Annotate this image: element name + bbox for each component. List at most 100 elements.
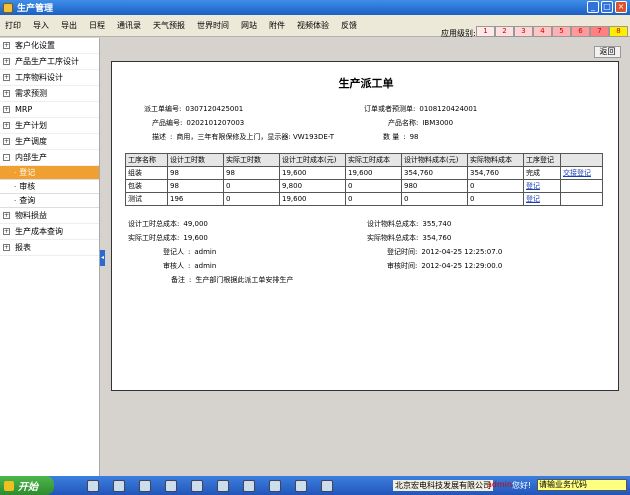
main-content: 返回 生产派工单 派工单编号: 0307120425001 订单或者预测单: 010… — [106, 45, 622, 465]
cell-actual-hours: 0 — [223, 192, 280, 206]
order-no-value: 0307120425001 — [185, 105, 244, 113]
quick-launch-icon-3[interactable] — [139, 479, 151, 492]
quick-launch-icon-4[interactable] — [165, 479, 177, 492]
expand-icon[interactable]: + — [3, 138, 10, 145]
sidebar-subitem-label: 审核 — [19, 182, 36, 191]
sidebar-item-material-design[interactable]: + 工序物料设计 — [0, 70, 99, 86]
business-code-input[interactable]: 请输业务代码 — [537, 479, 627, 491]
expand-icon[interactable]: + — [3, 58, 10, 65]
design-hours-total-field: 设计工时总成本: 49,000 — [128, 219, 208, 229]
level-6[interactable]: 6 — [571, 26, 590, 37]
bullet-icon: · — [14, 168, 17, 177]
cell-design-hours-cost: 9,800 — [279, 179, 346, 193]
cell-design-material-cost: 980 — [401, 179, 468, 193]
sidebar-item-material-loss[interactable]: + 物料损益 — [0, 208, 99, 224]
level-7[interactable]: 7 — [590, 26, 609, 37]
quick-launch-icon-7[interactable] — [243, 479, 255, 492]
maximize-button[interactable]: □ — [601, 1, 613, 13]
cell-process-name: 组装 — [125, 166, 168, 180]
product-name-label: 产品名称: — [388, 119, 419, 127]
start-button[interactable]: 开始 — [0, 476, 54, 495]
sidebar-item-demand-forecast[interactable]: + 需求预测 — [0, 86, 99, 102]
return-button[interactable]: 返回 — [594, 46, 621, 58]
sidebar-item-scheduling[interactable]: + 生产调度 — [0, 134, 99, 150]
expand-icon[interactable]: + — [3, 122, 10, 129]
title-bar: 生产管理 _ □ × — [0, 0, 630, 15]
quick-launch-icon-10[interactable] — [321, 479, 333, 492]
table-row: 组装 98 98 19,600 19,600 354,760 354,760 完… — [125, 166, 603, 180]
menu-world-time[interactable]: 世界时间 — [196, 18, 230, 33]
sidebar-item-process-design[interactable]: + 产品生产工序设计 — [0, 54, 99, 70]
level-8[interactable]: 8 — [609, 26, 628, 37]
product-name-value: IBM3000 — [422, 119, 454, 127]
sidebar-subitem-label: 查询 — [19, 196, 36, 205]
menu-video[interactable]: 视频体验 — [296, 18, 330, 33]
sidebar-subitem-register[interactable]: · 登记 — [0, 166, 99, 180]
register-link[interactable]: 登记 — [523, 192, 561, 206]
sidebar: + 客户化设置 + 产品生产工序设计 + 工序物料设计 + 需求预测 + MRP + 生产计… — [0, 38, 100, 476]
register-link[interactable]: 登记 — [523, 179, 561, 193]
description-field: 描述: 商用，三年有限保修及上门，显示器: VW193DE-T — [152, 133, 334, 141]
expand-icon[interactable]: + — [3, 90, 10, 97]
actual-material-total-field: 实际物料总成本: 354,760 — [367, 233, 451, 243]
sidebar-item-reports[interactable]: + 报表 — [0, 240, 99, 256]
quick-launch — [87, 479, 333, 492]
menu-attachment[interactable]: 附件 — [268, 18, 286, 33]
window-title: 生产管理 — [17, 4, 54, 14]
collapse-icon[interactable]: - — [3, 154, 10, 161]
menu-import[interactable]: 导入 — [32, 18, 50, 33]
level-4[interactable]: 4 — [533, 26, 552, 37]
expand-icon[interactable]: + — [3, 42, 10, 49]
expand-icon[interactable]: + — [3, 74, 10, 81]
sidebar-item-label: MRP — [15, 105, 33, 114]
cell-process-status: 完成 — [523, 166, 561, 180]
expand-icon[interactable]: + — [3, 244, 10, 251]
menu-export[interactable]: 导出 — [60, 18, 78, 33]
col-actual-hours-cost: 实际工时成本 — [345, 153, 402, 167]
menu-weather[interactable]: 天气预报 — [152, 18, 186, 33]
expand-icon[interactable]: + — [3, 212, 10, 219]
sidebar-item-cost-query[interactable]: + 生产成本查询 — [0, 224, 99, 240]
cell-process-name: 测试 — [125, 192, 168, 206]
level-2[interactable]: 2 — [495, 26, 514, 37]
start-flag-icon — [4, 480, 14, 491]
sidebar-splitter-handle[interactable]: ◂ — [100, 250, 105, 266]
sidebar-item-production-plan[interactable]: + 生产计划 — [0, 118, 99, 134]
design-material-total-value: 355,740 — [422, 220, 452, 228]
menu-website[interactable]: 网站 — [240, 18, 258, 33]
close-button[interactable]: × — [615, 1, 627, 13]
greeting: 您好! — [512, 481, 532, 490]
level-1[interactable]: 1 — [476, 26, 495, 37]
sidebar-item-internal-production[interactable]: - 内部生产 — [0, 150, 99, 166]
col-process-register: 工序登记 — [523, 153, 561, 167]
handover-register-link[interactable]: 交接登记 — [560, 166, 603, 180]
col-process-name: 工序名称 — [125, 153, 168, 167]
minimize-button[interactable]: _ — [587, 1, 599, 13]
cell-design-hours: 98 — [167, 166, 224, 180]
sidebar-subitem-query[interactable]: · 查询 — [0, 194, 99, 208]
app-level-label: 应用级别: — [441, 29, 476, 38]
quick-launch-icon-9[interactable] — [295, 479, 307, 492]
register-time-field: 登记时间: 2012-04-25 12:25:07.0 — [387, 247, 502, 257]
table-header-row: 工序名称 设计工时数 实际工时数 设计工时成本(元) 实际工时成本 设计物料成本… — [125, 153, 603, 167]
cell-actual-hours-cost: 0 — [345, 179, 402, 193]
quick-launch-icon-2[interactable] — [113, 479, 125, 492]
menu-print[interactable]: 打印 — [4, 18, 22, 33]
menu-feedback[interactable]: 反馈 — [340, 18, 358, 33]
design-material-total-label: 设计物料总成本: — [367, 220, 419, 228]
expand-icon[interactable]: + — [3, 228, 10, 235]
review-time-field: 审核时间: 2012-04-25 12:29:00.0 — [387, 261, 502, 271]
level-5[interactable]: 5 — [552, 26, 571, 37]
quick-launch-icon-1[interactable] — [87, 479, 99, 492]
quick-launch-icon-6[interactable] — [217, 479, 229, 492]
expand-icon[interactable]: + — [3, 106, 10, 113]
sidebar-subitem-review[interactable]: · 审核 — [0, 180, 99, 194]
sidebar-item-label: 客户化设置 — [15, 41, 55, 50]
quick-launch-icon-8[interactable] — [269, 479, 281, 492]
sidebar-item-customization[interactable]: + 客户化设置 — [0, 38, 99, 54]
level-3[interactable]: 3 — [514, 26, 533, 37]
quick-launch-icon-5[interactable] — [191, 479, 203, 492]
menu-contacts[interactable]: 通讯录 — [116, 18, 142, 33]
sidebar-item-mrp[interactable]: + MRP — [0, 102, 99, 118]
menu-schedule[interactable]: 日程 — [88, 18, 106, 33]
